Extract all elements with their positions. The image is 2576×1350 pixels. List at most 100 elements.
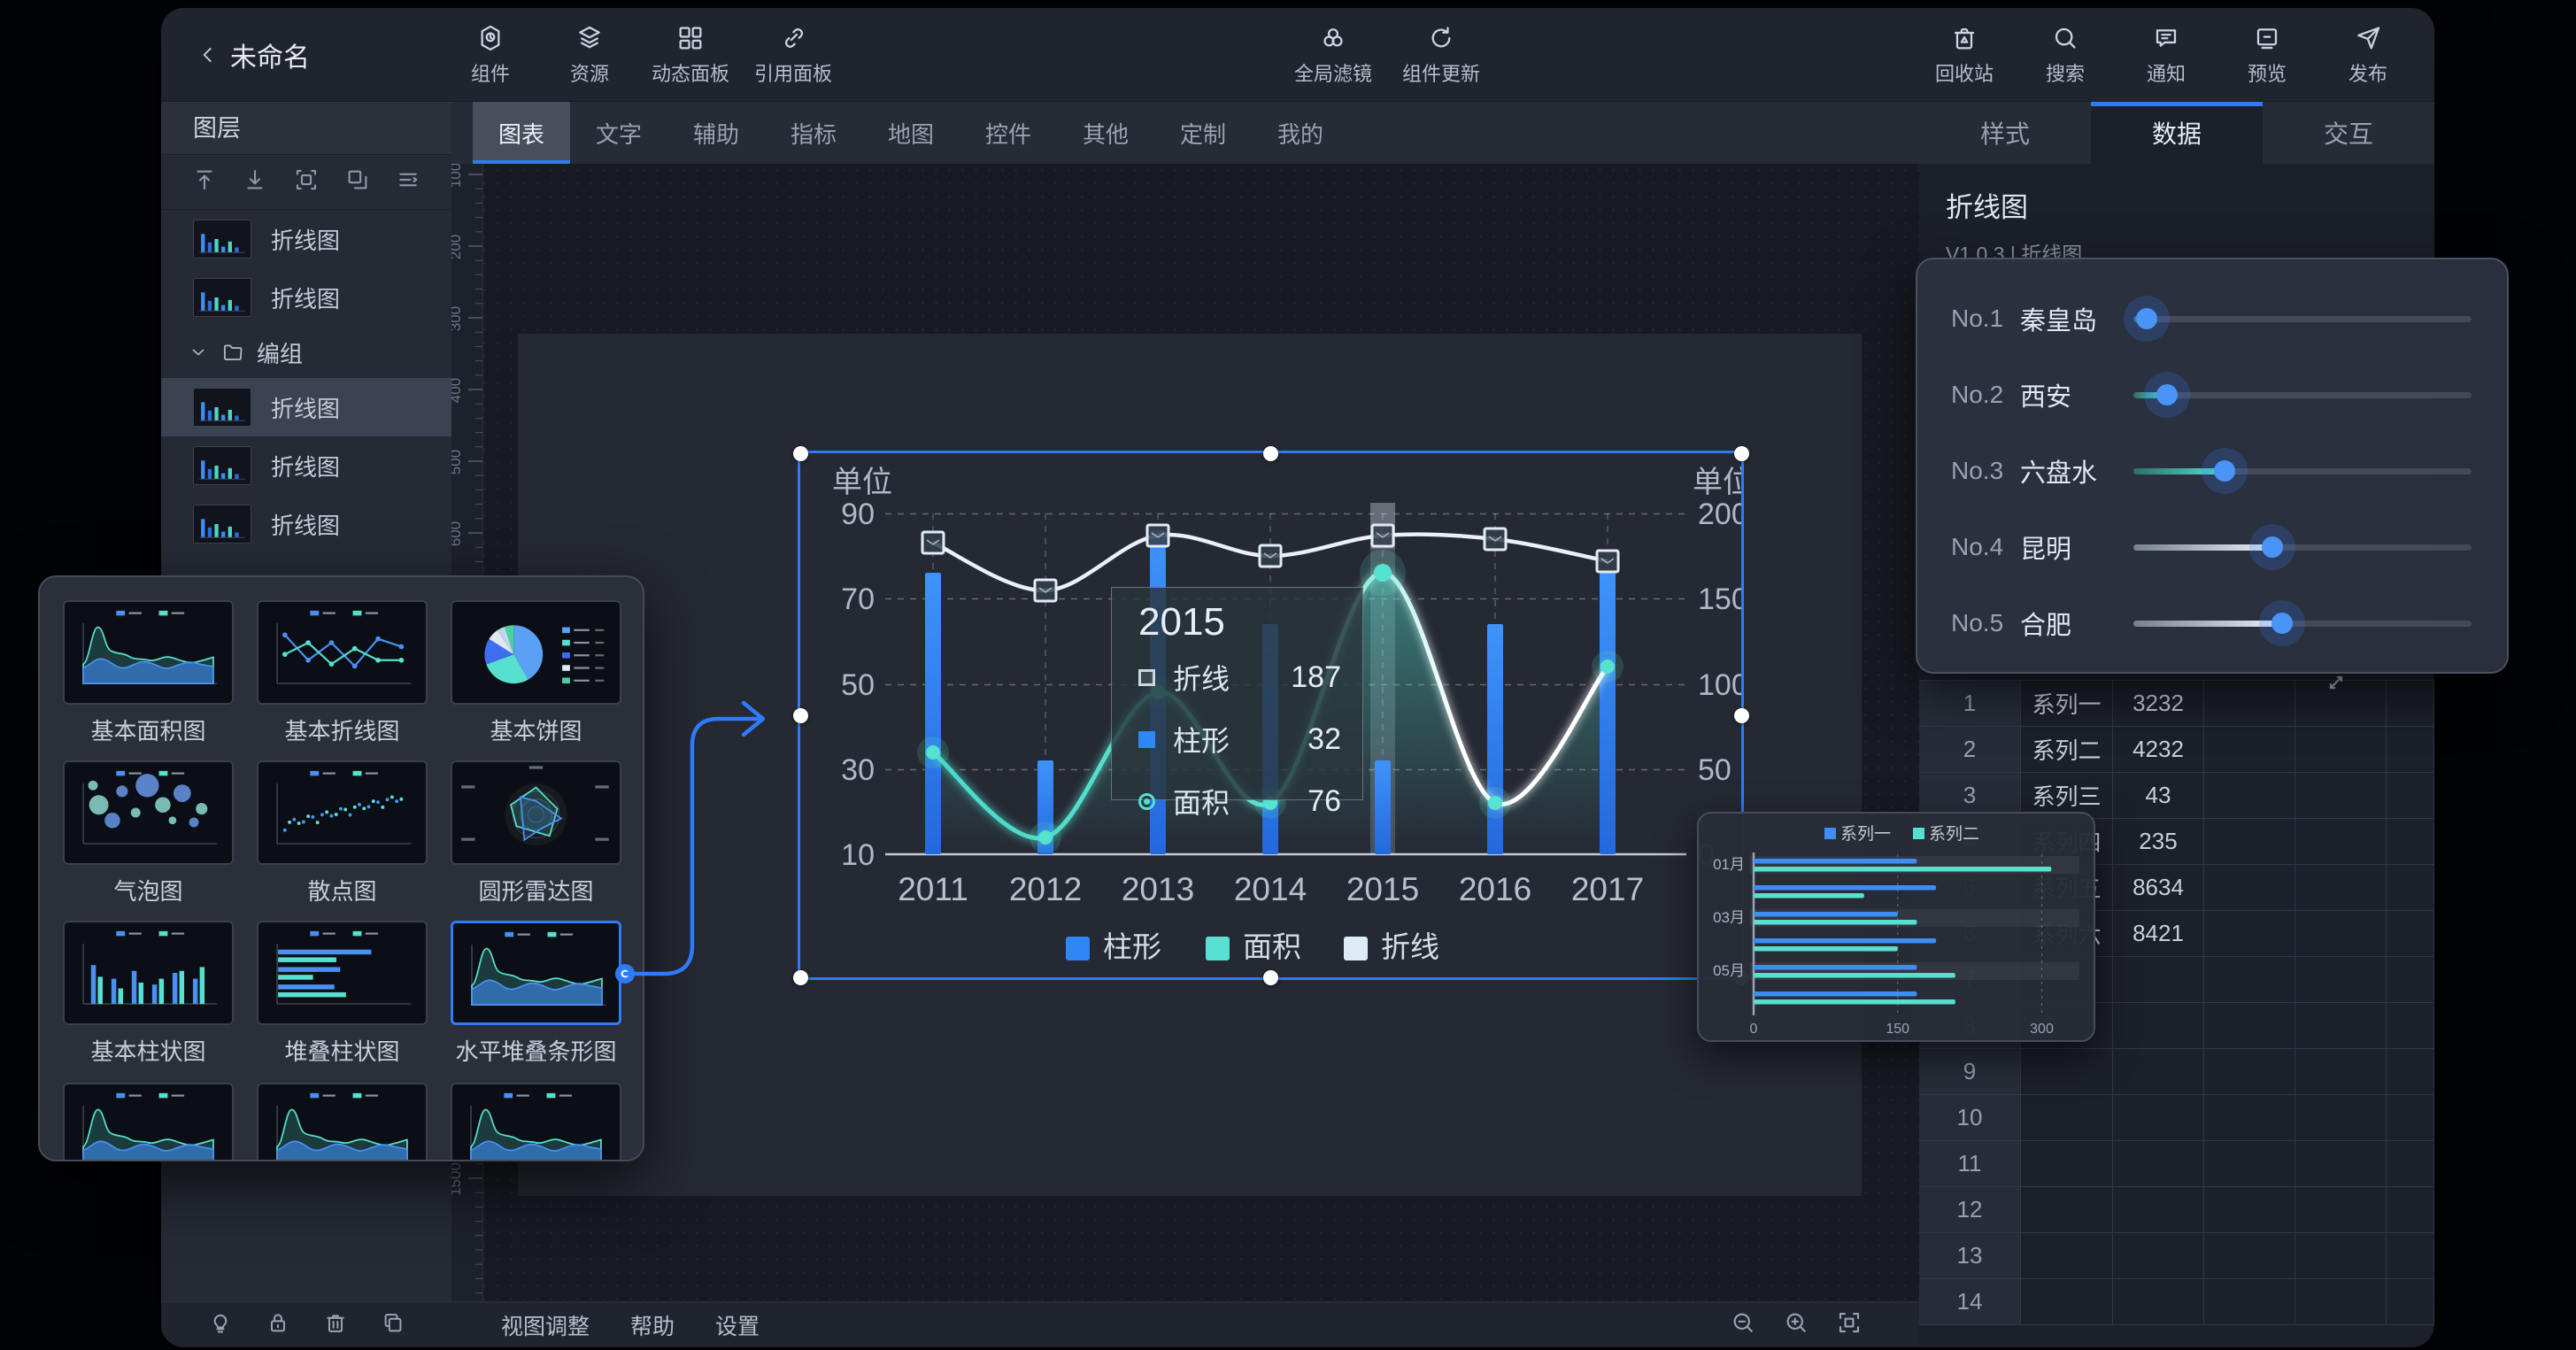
sidebar-tool-send-back[interactable]	[242, 166, 268, 197]
selection-handle[interactable]	[793, 970, 808, 985]
canvas-fit-screen[interactable]	[1836, 1309, 1863, 1340]
picker-thumbnail[interactable]	[63, 921, 234, 1025]
ranking-slider[interactable]	[2133, 468, 2472, 474]
table-cell-empty[interactable]	[2204, 1279, 2295, 1325]
category-tab-我的[interactable]: 我的	[1252, 102, 1349, 164]
slider-handle[interactable]	[2156, 384, 2178, 405]
category-tab-图表[interactable]: 图表	[473, 102, 570, 164]
ranking-slider[interactable]	[2133, 316, 2472, 322]
table-cell-value[interactable]	[2113, 1095, 2204, 1141]
table-cell-series[interactable]: 系列二	[2021, 727, 2113, 773]
picker-thumbnail[interactable]	[451, 1083, 621, 1161]
bottom-tool-lock[interactable]	[266, 1310, 290, 1339]
table-cell-series[interactable]	[2021, 1049, 2113, 1095]
table-cell-value[interactable]	[2113, 1187, 2204, 1233]
table-cell-empty[interactable]	[2387, 727, 2434, 773]
table-cell-empty[interactable]	[2387, 1279, 2434, 1325]
table-cell-empty[interactable]	[2387, 1095, 2434, 1141]
table-cell-empty[interactable]	[2295, 1187, 2387, 1233]
table-cell-empty[interactable]	[2387, 1049, 2434, 1095]
topbar-resource-button[interactable]: 资源	[552, 24, 627, 87]
table-cell-empty[interactable]	[2387, 1141, 2434, 1187]
table-cell-series[interactable]	[2021, 1187, 2113, 1233]
picker-thumbnail[interactable]	[257, 1083, 428, 1161]
table-cell-value[interactable]: 4232	[2113, 727, 2204, 773]
layer-item[interactable]: 折线图	[161, 210, 451, 268]
layer-item[interactable]: 折线图	[161, 436, 451, 495]
bottom-tool-idea[interactable]	[208, 1310, 233, 1339]
table-cell-empty[interactable]	[2387, 865, 2434, 911]
table-cell-empty[interactable]	[2295, 1141, 2387, 1187]
selected-chart-component[interactable]: 单位9070503010单位20015010050020112012201320…	[800, 453, 1741, 977]
picker-thumbnail[interactable]	[257, 600, 428, 705]
picker-item-基本饼图[interactable]: 基本饼图	[451, 600, 621, 746]
ranking-slider[interactable]	[2133, 621, 2472, 627]
selection-handle[interactable]	[1263, 446, 1278, 461]
table-cell-empty[interactable]	[2295, 865, 2387, 911]
picker-item-水平堆叠条形图[interactable]: 水平堆叠条形图	[451, 921, 621, 1067]
picker-thumbnail[interactable]	[63, 760, 234, 865]
picker-item-气泡图[interactable]: 气泡图	[63, 760, 234, 906]
table-cell-empty[interactable]	[2204, 1141, 2295, 1187]
picker-item-partial[interactable]	[257, 1083, 428, 1161]
ranking-slider[interactable]	[2133, 392, 2472, 398]
picker-thumbnail[interactable]	[451, 760, 621, 865]
panel-tab-数据[interactable]: 数据	[2091, 102, 2263, 164]
back-icon[interactable]	[197, 43, 220, 66]
table-cell-value[interactable]	[2113, 1141, 2204, 1187]
picker-thumbnail[interactable]	[63, 1083, 234, 1161]
table-cell-empty[interactable]	[2295, 819, 2387, 865]
topbar-search-button[interactable]: 搜索	[2028, 24, 2102, 87]
table-cell-empty[interactable]	[2204, 911, 2295, 957]
table-cell-empty[interactable]	[2295, 727, 2387, 773]
picker-thumbnail[interactable]	[63, 600, 234, 705]
table-cell-series[interactable]	[2021, 1233, 2113, 1279]
table-cell-empty[interactable]	[2295, 1095, 2387, 1141]
table-cell-empty[interactable]	[2387, 1003, 2434, 1049]
table-cell-empty[interactable]	[2387, 957, 2434, 1003]
ranking-slider[interactable]	[2133, 544, 2472, 551]
table-cell-empty[interactable]	[2387, 773, 2434, 819]
layer-group-row[interactable]: 编组	[161, 327, 451, 378]
table-cell-empty[interactable]	[2295, 1049, 2387, 1095]
table-cell-empty[interactable]	[2204, 957, 2295, 1003]
picker-item-基本柱状图[interactable]: 基本柱状图	[63, 921, 234, 1067]
sidebar-tool-bring-front[interactable]	[191, 166, 218, 197]
sidebar-tool-group[interactable]	[293, 166, 320, 197]
topbar-dynamic-panel-button[interactable]: 动态面板	[652, 24, 729, 87]
table-cell-empty[interactable]	[2295, 957, 2387, 1003]
table-cell-empty[interactable]	[2387, 1187, 2434, 1233]
table-cell-empty[interactable]	[2295, 1233, 2387, 1279]
topbar-publish-button[interactable]: 发布	[2331, 24, 2405, 87]
picker-thumbnail[interactable]	[451, 600, 621, 705]
category-tab-控件[interactable]: 控件	[960, 102, 1057, 164]
picker-thumbnail[interactable]	[257, 921, 428, 1025]
topbar-global-filter-button[interactable]: 全局滤镜	[1294, 24, 1372, 87]
layer-item[interactable]: 折线图	[161, 268, 451, 327]
table-cell-empty[interactable]	[2204, 819, 2295, 865]
topbar-preview-button[interactable]: 预览	[2230, 24, 2304, 87]
table-cell-empty[interactable]	[2295, 911, 2387, 957]
table-cell-series[interactable]	[2021, 1141, 2113, 1187]
table-cell-series[interactable]	[2021, 1095, 2113, 1141]
selection-handle[interactable]	[1263, 970, 1278, 985]
table-cell-empty[interactable]	[2204, 773, 2295, 819]
picker-item-partial[interactable]	[63, 1083, 234, 1161]
table-cell-value[interactable]	[2113, 1279, 2204, 1325]
table-cell-empty[interactable]	[2387, 681, 2434, 727]
picker-thumbnail[interactable]	[257, 760, 428, 865]
table-cell-empty[interactable]	[2387, 819, 2434, 865]
project-title-group[interactable]: 未命名	[197, 8, 310, 102]
table-cell-empty[interactable]	[2204, 1049, 2295, 1095]
slider-handle[interactable]	[2271, 613, 2293, 634]
topbar-reference-panel-button[interactable]: 引用面板	[754, 24, 832, 87]
topbar-component-update-button[interactable]: 组件更新	[1402, 24, 1480, 87]
table-cell-value[interactable]	[2113, 957, 2204, 1003]
table-cell-empty[interactable]	[2204, 865, 2295, 911]
table-cell-empty[interactable]	[2204, 1233, 2295, 1279]
layer-item-selected[interactable]: 折线图	[161, 378, 451, 436]
table-cell-value[interactable]: 235	[2113, 819, 2204, 865]
picker-item-散点图[interactable]: 散点图	[257, 760, 428, 906]
table-cell-value[interactable]: 43	[2113, 773, 2204, 819]
picker-item-基本折线图[interactable]: 基本折线图	[257, 600, 428, 746]
